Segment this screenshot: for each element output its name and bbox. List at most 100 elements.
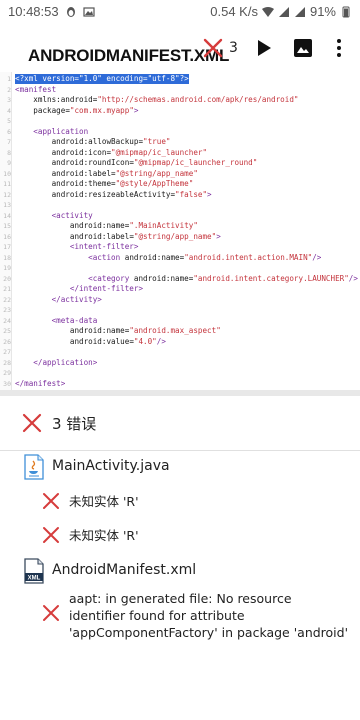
- line-number: 18: [3, 253, 11, 262]
- code-line[interactable]: 27: [0, 347, 360, 357]
- status-time: 10:48:53: [8, 4, 59, 19]
- file-name: MainActivity.java: [52, 458, 170, 474]
- error-item[interactable]: 未知实体 'R': [0, 490, 360, 514]
- line-number: 17: [3, 243, 11, 251]
- code-line[interactable]: 2 <manifest: [0, 85, 360, 95]
- code-line[interactable]: 25 android:name="android.max_aspect": [0, 326, 360, 336]
- code-text: android:label="@string/app_name": [51, 168, 198, 178]
- code-line[interactable]: 1 <?xml version="1.0" encoding="utf-8"?>: [0, 74, 360, 84]
- error-file-item[interactable]: MainActivity.java: [0, 452, 360, 482]
- code-line[interactable]: 17 <intent-filter>: [0, 242, 360, 252]
- code-text: android:name=".MainActivity": [69, 221, 198, 230]
- code-text: android:roundIcon="@mipmap/ic_launcher_r…: [51, 158, 258, 167]
- error-count[interactable]: 3: [229, 40, 238, 56]
- line-number: 29: [3, 369, 11, 377]
- battery-icon: [342, 6, 350, 17]
- line-number: 30: [3, 379, 11, 388]
- code-line[interactable]: 22 </activity>: [0, 295, 360, 305]
- code-text: </intent-filter>: [69, 284, 144, 293]
- wifi-icon: [261, 6, 274, 17]
- code-line[interactable]: 23: [0, 305, 360, 315]
- status-bar: 10:48:53 0.54 K/s 91%: [0, 0, 360, 24]
- svg-text:XML: XML: [28, 576, 41, 582]
- code-text: package="com.mx.myapp">: [33, 105, 139, 115]
- code-line[interactable]: 20 <category android:name="android.inten…: [0, 274, 360, 284]
- code-line[interactable]: 3 xmlns:android="http://schemas.android.…: [0, 95, 360, 105]
- code-line[interactable]: 29: [0, 368, 360, 378]
- xml-file-icon: XML: [24, 558, 44, 584]
- line-number: 3: [7, 96, 11, 104]
- error-file-item[interactable]: XML AndroidManifest.xml: [0, 556, 360, 586]
- code-line[interactable]: 26 android:value="4.0"/>: [0, 337, 360, 347]
- code-line[interactable]: 18 <action android:name="android.intent.…: [0, 253, 360, 263]
- line-number: 4: [7, 106, 11, 115]
- code-text: </application>: [33, 357, 98, 367]
- code-line[interactable]: 30 </manifest>: [0, 379, 360, 389]
- line-number: 1: [7, 75, 11, 83]
- line-number: 6: [7, 127, 11, 136]
- code-line[interactable]: 7 android:allowBackup="true": [0, 137, 360, 147]
- code-text: <?xml version="1.0" encoding="utf-8"?>: [15, 74, 189, 84]
- code-text: <intent-filter>: [69, 242, 139, 251]
- code-text: android:name="android.max_aspect": [69, 326, 221, 335]
- line-number: 11: [3, 180, 11, 188]
- qq-penguin-icon: [66, 6, 75, 17]
- line-number: 8: [7, 148, 11, 157]
- line-number: 7: [7, 138, 11, 146]
- code-text: android:icon="@mipmap/ic_launcher": [51, 147, 208, 157]
- line-number: 27: [3, 348, 11, 356]
- error-x-icon[interactable]: [203, 38, 223, 58]
- error-message: 未知实体 'R': [69, 528, 139, 543]
- code-line[interactable]: 10 android:label="@string/app_name": [0, 169, 360, 179]
- errors-summary: 3 错误: [52, 415, 97, 433]
- code-editor[interactable]: 1 <?xml version="1.0" encoding="utf-8"?> 2…: [0, 72, 360, 390]
- line-number: 5: [7, 117, 11, 125]
- line-number: 14: [3, 211, 11, 220]
- code-line[interactable]: 8 android:icon="@mipmap/ic_launcher": [0, 148, 360, 158]
- java-file-icon: [24, 454, 44, 480]
- code-line[interactable]: 9 android:roundIcon="@mipmap/ic_launcher…: [0, 158, 360, 168]
- line-number: 15: [3, 222, 11, 230]
- play-icon[interactable]: [255, 39, 273, 57]
- image-icon[interactable]: [293, 38, 313, 58]
- code-line[interactable]: 5: [0, 116, 360, 126]
- code-text: android:theme="@style/AppTheme": [51, 179, 194, 188]
- error-x-icon: [22, 413, 42, 433]
- code-line[interactable]: 16 android:label="@string/app_name">: [0, 232, 360, 242]
- line-number: 26: [3, 337, 11, 346]
- error-message: 未知实体 'R': [69, 494, 139, 509]
- code-line[interactable]: 19: [0, 263, 360, 273]
- code-line[interactable]: 15 android:name=".MainActivity": [0, 221, 360, 231]
- code-line[interactable]: 4 package="com.mx.myapp">: [0, 106, 360, 116]
- page-title: ANDROIDMANIFEST.XML: [28, 46, 230, 65]
- signal-icon-1: [278, 6, 289, 17]
- more-vert-icon[interactable]: [334, 38, 344, 58]
- line-number: 24: [3, 316, 11, 325]
- line-number: 22: [3, 295, 11, 304]
- line-number: 19: [3, 264, 11, 272]
- code-text: <manifest: [15, 84, 57, 94]
- code-line[interactable]: 13: [0, 200, 360, 210]
- error-item[interactable]: 未知实体 'R': [0, 524, 360, 548]
- code-line[interactable]: 11 android:theme="@style/AppTheme": [0, 179, 360, 189]
- code-text: <activity: [51, 210, 93, 220]
- code-line[interactable]: 14 <activity: [0, 211, 360, 221]
- code-line[interactable]: 6 <application: [0, 127, 360, 137]
- line-number: 13: [3, 201, 11, 209]
- error-item[interactable]: aapt: in generated file: No resource ide…: [0, 590, 360, 646]
- code-line[interactable]: 24 <meta-data: [0, 316, 360, 326]
- file-name: AndroidManifest.xml: [52, 562, 197, 578]
- code-text: </activity>: [51, 294, 102, 304]
- error-x-icon: [43, 493, 59, 509]
- error-x-icon: [43, 527, 59, 543]
- code-line[interactable]: 21 </intent-filter>: [0, 284, 360, 294]
- code-text: android:label="@string/app_name">: [69, 231, 221, 241]
- line-number: 12: [3, 190, 11, 199]
- errors-panel-header[interactable]: 3 错误: [0, 396, 360, 450]
- code-text: android:value="4.0"/>: [69, 336, 166, 346]
- code-line[interactable]: 12 android:resizeableActivity="false">: [0, 190, 360, 200]
- network-speed: 0.54 K/s: [210, 4, 258, 19]
- toolbar: ANDROIDMANIFEST.XML 3: [0, 24, 360, 72]
- code-line[interactable]: 28 </application>: [0, 358, 360, 368]
- code-text: <category android:name="android.intent.c…: [88, 273, 358, 283]
